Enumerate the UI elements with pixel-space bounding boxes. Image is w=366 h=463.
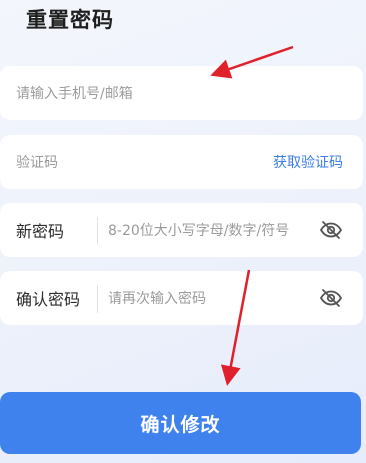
account-field[interactable]: 请输入手机号/邮箱 xyxy=(0,66,363,120)
confirm-password-label: 确认密码 xyxy=(16,290,81,309)
verification-code-field[interactable]: 验证码 获取验证码 xyxy=(0,135,363,189)
new-password-field[interactable]: 新密码 8-20位大小写字母/数字/符号 xyxy=(0,203,363,257)
confirm-password-input-placeholder[interactable]: 请再次输入密码 xyxy=(108,288,206,308)
confirm-change-button[interactable]: 确认修改 xyxy=(0,392,361,454)
new-password-input-placeholder[interactable]: 8-20位大小写字母/数字/符号 xyxy=(108,220,289,240)
confirm-password-field[interactable]: 确认密码 请再次输入密码 xyxy=(0,271,363,325)
eye-off-icon[interactable] xyxy=(319,286,343,310)
eye-off-icon[interactable] xyxy=(319,218,343,242)
field-divider xyxy=(97,217,98,245)
field-divider xyxy=(97,285,98,313)
page-title: 重置密码 xyxy=(26,8,114,32)
account-input-placeholder[interactable]: 请输入手机号/邮箱 xyxy=(16,83,133,103)
verification-code-input-placeholder[interactable]: 验证码 xyxy=(16,152,58,172)
new-password-label: 新密码 xyxy=(16,222,65,241)
get-code-button[interactable]: 获取验证码 xyxy=(273,152,343,172)
